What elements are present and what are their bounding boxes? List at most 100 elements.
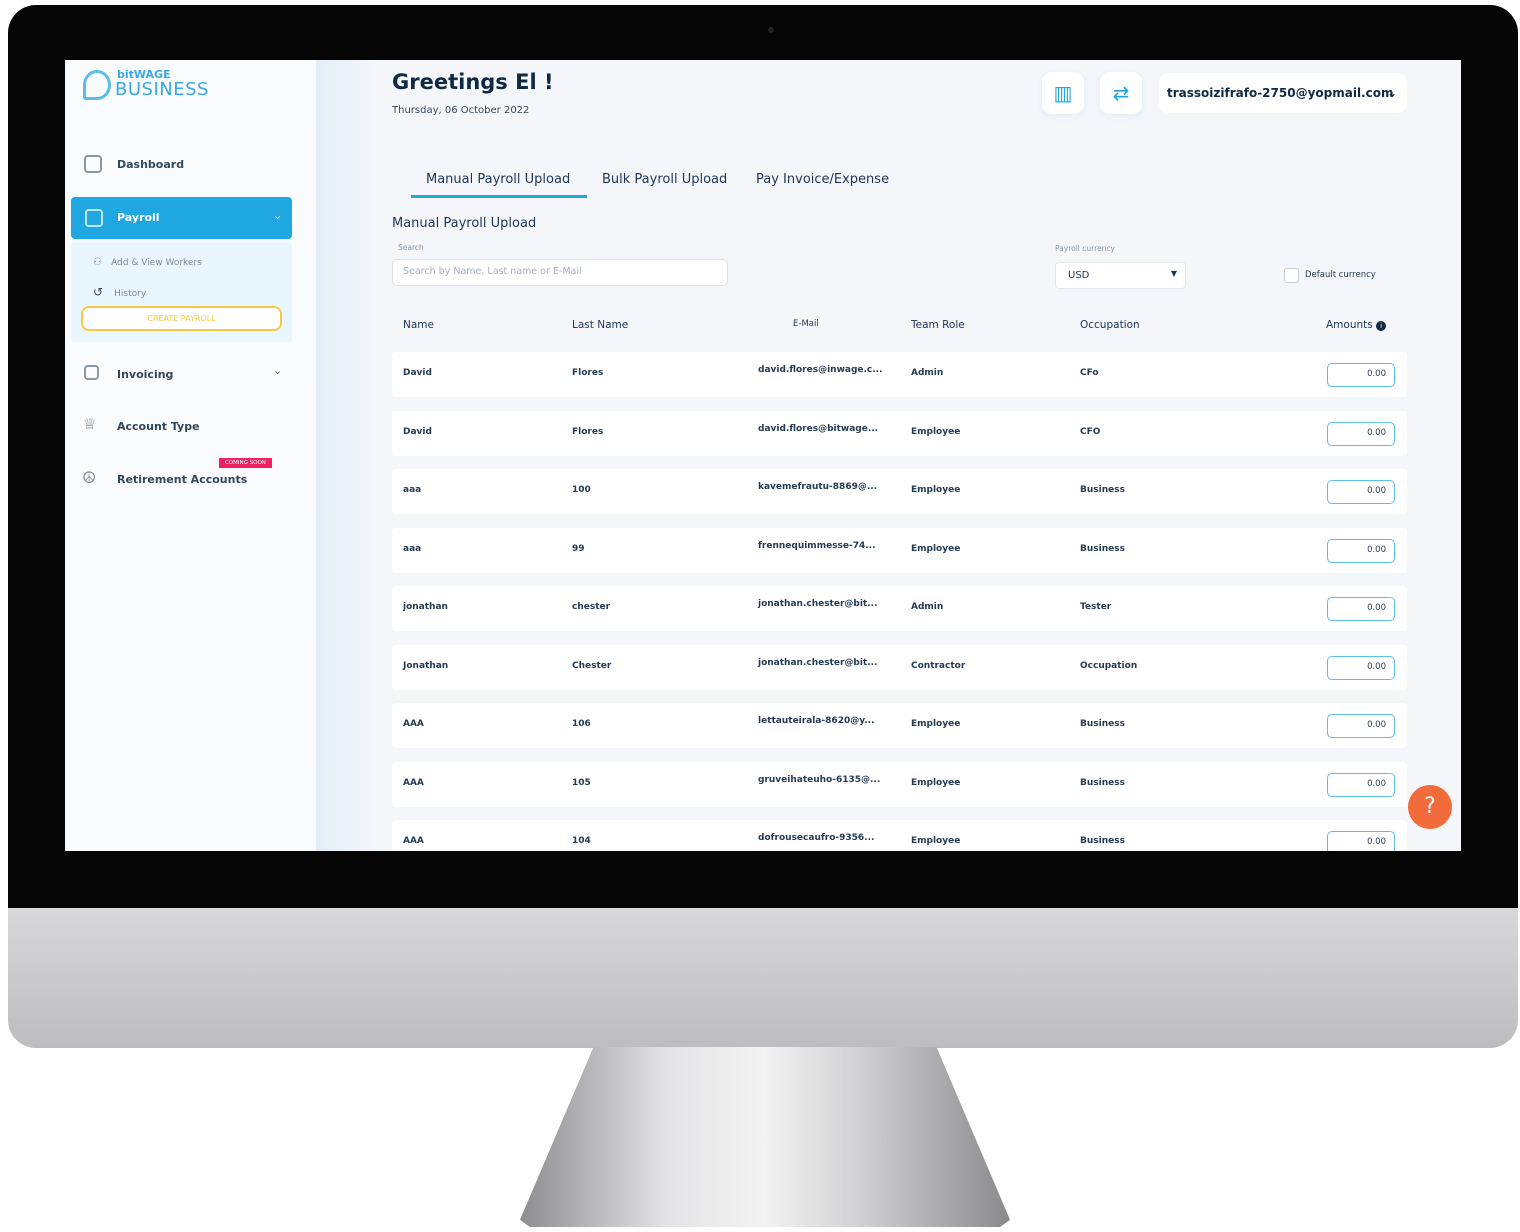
dashboard-icon [84, 155, 102, 173]
cell-last-name: 104 [572, 836, 591, 846]
tab-bulk-payroll-upload[interactable]: Bulk Payroll Upload [602, 172, 727, 187]
search-input[interactable]: Search by Name, Last name or E-Mail [392, 259, 728, 286]
column-header-email: E-Mail [793, 319, 819, 329]
monitor-chin [8, 908, 1518, 1048]
cell-name: jonathan [403, 602, 448, 612]
cell-occupation: Tester [1080, 602, 1112, 612]
crown-icon: ♕ [83, 415, 97, 433]
sidebar-item-history[interactable]: ↺ History [93, 281, 146, 300]
table-row: AAA 106 lettauteirala-8620@y... Employee Bus… [392, 703, 1407, 748]
cell-name: Jonathan [403, 660, 449, 671]
cell-occupation: CFO [1080, 426, 1101, 437]
default-currency-label: Default currency [1305, 270, 1376, 280]
table-row: aaa 99 frennequimmesse-74... Employee Busine… [392, 527, 1407, 573]
switch-account-button[interactable]: ⇄ [1100, 72, 1142, 114]
info-icon[interactable]: i [1376, 321, 1387, 331]
swap-arrows-icon: ⇄ [1112, 81, 1130, 105]
sidebar-shadow [316, 60, 380, 851]
cell-team-role: Employee [911, 485, 961, 495]
payroll-icon [85, 209, 103, 227]
workers-icon: ⚇ [93, 257, 102, 268]
cell-email: jonathan.chester@bit... [758, 657, 878, 668]
cell-name: David [403, 426, 432, 437]
user-menu[interactable]: trassoizifrafo-2750@yopmail.com ⌄ [1159, 73, 1407, 113]
column-header-occupation: Occupation [1080, 319, 1140, 331]
table-row: jonathan chester jonathan.chester@bit... Ad… [392, 586, 1407, 631]
sidebar-item-dashboard[interactable]: Dashboard [65, 150, 305, 178]
table-row: aaa 100 kavemefrautu-8869@... Employee Busin… [392, 469, 1407, 514]
currency-select[interactable]: USD ▼ [1055, 262, 1186, 289]
cell-occupation: Business [1080, 719, 1125, 729]
amount-input[interactable]: 0.00 [1327, 831, 1395, 851]
sidebar-item-retirement-accounts[interactable]: ☮ Retirement Accounts [65, 468, 295, 492]
cell-email: david.flores@inwage.c... [758, 365, 883, 375]
monitor-stand [520, 1047, 1010, 1227]
sidebar-item-label: Retirement Accounts [117, 473, 248, 486]
sidebar-item-invoicing[interactable]: Invoicing ⌄ [65, 362, 295, 386]
amount-input[interactable]: 0.00 [1327, 480, 1395, 504]
chevron-down-icon: ⌄ [1386, 86, 1397, 100]
table-row: AAA 105 gruveihateuho-6135@... Employee Busi… [392, 761, 1407, 807]
cell-last-name: Flores [572, 368, 604, 378]
brand-line2: BUSINESS [115, 79, 209, 100]
column-header-team-role: Team Role [911, 319, 965, 331]
amount-input[interactable]: 0.00 [1327, 421, 1395, 446]
cell-occupation: Business [1080, 777, 1125, 788]
currency-label: Payroll currency [1055, 244, 1115, 253]
camera [768, 27, 774, 33]
cell-occupation: CFo [1080, 368, 1099, 378]
sidebar-item-payroll[interactable]: Payroll ⌄ [71, 197, 292, 239]
cell-name: aaa [403, 485, 422, 495]
create-payroll-button[interactable]: CREATE PAYROLL [81, 306, 282, 331]
default-currency-checkbox[interactable] [1284, 268, 1299, 283]
cell-last-name: Flores [572, 426, 604, 437]
cell-team-role: Employee [911, 777, 961, 788]
amount-input[interactable]: 0.00 [1327, 363, 1395, 387]
page-title: Greetings El ! [392, 70, 554, 94]
section-title: Manual Payroll Upload [392, 216, 537, 231]
history-icon: ↺ [93, 285, 104, 299]
cell-team-role: Employee [911, 426, 961, 437]
cell-last-name: 100 [572, 485, 591, 495]
cell-email: dofrousecaufro-9356... [758, 833, 875, 843]
column-header-last-name: Last Name [572, 319, 629, 331]
cell-name: AAA [403, 777, 424, 788]
active-tab-indicator [411, 195, 587, 198]
cell-name: David [403, 368, 432, 378]
table-row: David Flores david.flores@inwage.c... Admin… [392, 352, 1407, 397]
amount-input[interactable]: 0.00 [1327, 655, 1395, 680]
company-button[interactable]: ▥ [1042, 72, 1084, 114]
help-button[interactable]: ? [1408, 785, 1452, 829]
sidebar-item-label: Account Type [117, 420, 200, 433]
sidebar-item-label: Invoicing [117, 368, 174, 381]
amount-input[interactable]: 0.00 [1327, 772, 1395, 797]
cell-last-name: 106 [572, 719, 591, 729]
peace-icon: ☮ [82, 468, 97, 487]
amount-input[interactable]: 0.00 [1327, 714, 1395, 738]
sidebar-item-label: Payroll [117, 211, 160, 224]
amount-input[interactable]: 0.00 [1327, 538, 1395, 563]
table-row: David Flores david.flores@bitwage... Employ… [392, 410, 1407, 456]
amount-input[interactable]: 0.00 [1327, 597, 1395, 621]
sidebar-item-account-type[interactable]: ♕ Account Type [65, 415, 295, 439]
tab-pay-invoice-expense[interactable]: Pay Invoice/Expense [756, 172, 889, 187]
current-date: Thursday, 06 October 2022 [392, 105, 530, 116]
sidebar-item-add-view-workers[interactable]: ⚇ Add & View Workers [93, 250, 202, 269]
cell-email: lettauteirala-8620@y... [758, 716, 875, 726]
tab-manual-payroll-upload[interactable]: Manual Payroll Upload [426, 172, 570, 187]
cell-email: frennequimmesse-74... [758, 540, 876, 551]
caret-down-icon: ▼ [1170, 269, 1177, 278]
cell-name: AAA [403, 836, 424, 846]
cell-team-role: Contractor [911, 660, 966, 671]
cell-email: kavemefrautu-8869@... [758, 482, 878, 492]
bitwage-logo-icon [83, 70, 111, 100]
cell-occupation: Occupation [1080, 660, 1138, 671]
cell-name: aaa [403, 543, 422, 554]
cell-occupation: Business [1080, 836, 1125, 846]
cell-name: AAA [403, 719, 424, 729]
cell-occupation: Business [1080, 485, 1125, 495]
cell-team-role: Employee [911, 836, 961, 846]
cell-email: david.flores@bitwage... [758, 423, 879, 434]
cell-last-name: 99 [572, 543, 585, 554]
cell-team-role: Employee [911, 719, 961, 729]
